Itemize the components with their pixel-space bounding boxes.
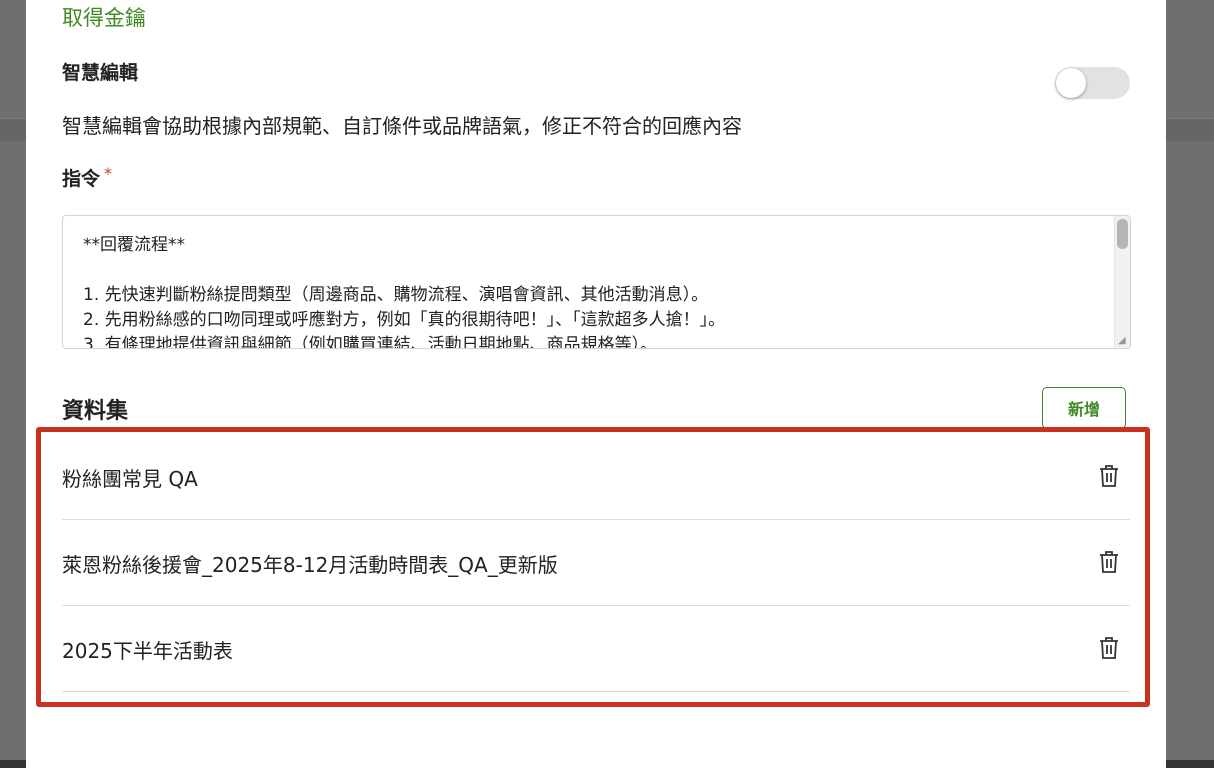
dataset-list: 粉絲團常見 QA 萊恩粉絲後援會_2025年8-12月活動時間表_QA_更新版 … [62, 434, 1130, 692]
dataset-name: 萊恩粉絲後援會_2025年8-12月活動時間表_QA_更新版 [62, 553, 558, 577]
list-item: 2025下半年活動表 [62, 606, 1130, 692]
list-item: 萊恩粉絲後援會_2025年8-12月活動時間表_QA_更新版 [62, 520, 1130, 606]
smart-edit-toggle[interactable] [1055, 67, 1130, 99]
smart-edit-title: 智慧編輯 [62, 62, 139, 84]
settings-modal: 取得金鑰 智慧編輯 智慧編輯會協助根據內部規範、自訂條件或品牌語氣，修正不符合的… [26, 0, 1166, 768]
trash-icon[interactable] [1099, 464, 1119, 488]
instructions-text[interactable]: **回覆流程** 1. 先快速判斷粉絲提問類型（周邊商品、購物流程、演唱會資訊、… [83, 233, 1106, 348]
datasets-title: 資料集 [62, 399, 129, 424]
list-item: 粉絲團常見 QA [62, 434, 1130, 520]
add-dataset-button[interactable]: 新增 [1042, 387, 1126, 429]
smart-edit-description: 智慧編輯會協助根據內部規範、自訂條件或品牌語氣，修正不符合的回應內容 [62, 114, 742, 138]
instructions-textarea[interactable]: **回覆流程** 1. 先快速判斷粉絲提問類型（周邊商品、購物流程、演唱會資訊、… [62, 215, 1131, 349]
resize-grip-icon[interactable]: ◢ [1118, 336, 1128, 346]
trash-icon[interactable] [1099, 636, 1119, 660]
toggle-knob [1056, 68, 1086, 98]
dataset-name: 粉絲團常見 QA [62, 467, 198, 491]
scrollbar-thumb[interactable] [1117, 219, 1128, 249]
required-asterisk: * [104, 164, 113, 183]
instructions-label-text: 指令 [62, 168, 101, 190]
dataset-name: 2025下半年活動表 [62, 639, 233, 663]
get-key-link[interactable]: 取得金鑰 [62, 2, 146, 32]
trash-icon[interactable] [1099, 550, 1119, 574]
textarea-scrollbar[interactable] [1114, 216, 1130, 348]
instructions-label: 指令 * [62, 164, 112, 191]
